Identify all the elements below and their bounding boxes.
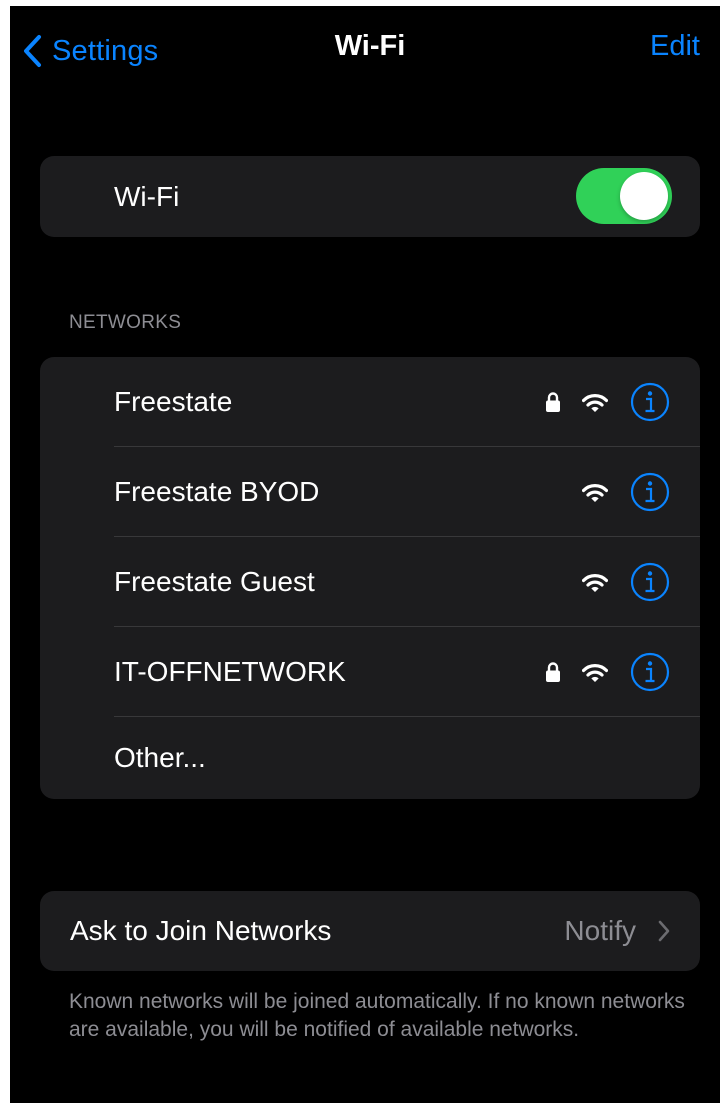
wifi-toggle-card: Wi-Fi [40,156,700,237]
wifi-icon [582,574,608,592]
network-row-freestate-guest[interactable]: Freestate Guest [40,537,700,627]
ask-to-join-footer: Known networks will be joined automatica… [69,990,685,1041]
edit-button[interactable]: Edit [650,30,700,63]
page-title: Wi-Fi [0,30,720,63]
chevron-right-icon [658,920,670,942]
info-icon[interactable] [630,382,670,422]
networks-section-header: NETWORKS [69,312,182,333]
wifi-icon [582,394,608,412]
page-title-text: Wi-Fi [334,30,406,62]
lock-icon [546,662,560,682]
info-icon[interactable] [630,472,670,512]
network-row-freestate[interactable]: Freestate [40,357,700,447]
ask-to-join-value: Notify [564,915,636,946]
info-icon[interactable] [630,562,670,602]
ask-to-join-label: Ask to Join Networks [70,915,332,946]
network-name: Freestate Guest [114,566,315,597]
wifi-icon [582,484,608,502]
networks-list: Freestate Freestate BYOD Freestate Guest… [40,357,700,799]
lock-icon [546,392,560,412]
info-icon[interactable] [630,652,670,692]
network-name: IT-OFFNETWORK [114,656,346,687]
ask-to-join-row[interactable]: Ask to Join Networks Notify [40,891,700,971]
left-edge [0,0,10,1103]
network-row-freestate-byod[interactable]: Freestate BYOD [40,447,700,537]
network-row-other[interactable]: Other... [40,717,700,799]
network-name: Freestate [114,386,233,417]
other-network-label: Other... [114,742,206,773]
top-edge [0,0,720,6]
wifi-toggle-label: Wi-Fi [114,181,180,212]
network-row-it-offnetwork[interactable]: IT-OFFNETWORK [40,627,700,717]
toggle-knob [620,172,668,220]
wifi-settings-screen: Settings Wi-Fi Edit Wi-Fi NETWORKS Frees… [0,0,720,1103]
wifi-icon [582,664,608,682]
wifi-toggle-switch[interactable] [576,168,672,224]
network-name: Freestate BYOD [114,476,320,507]
